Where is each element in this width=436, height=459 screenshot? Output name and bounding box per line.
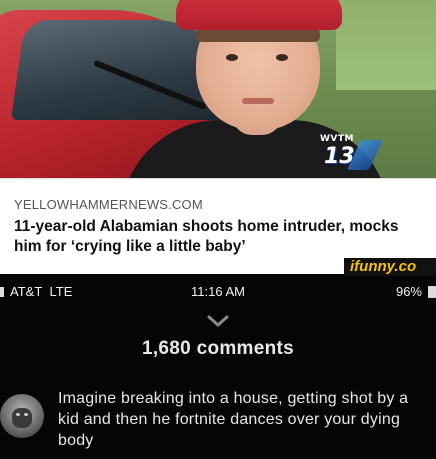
station-call-sign: WVTM xyxy=(320,134,354,144)
avatar-eye-left xyxy=(16,413,20,416)
status-bar: AT&T LTE 11:16 AM 96% xyxy=(0,280,436,304)
chevron-down-icon[interactable] xyxy=(206,314,230,328)
phone-screen: AT&T LTE 11:16 AM 96% 1,680 comments Ima… xyxy=(0,276,436,459)
news-photo: WVTM 13 xyxy=(0,0,436,178)
clock: 11:16 AM xyxy=(191,284,245,299)
article-headline: 11-year-old Alabamian shoots home intrud… xyxy=(14,218,399,255)
background-grass xyxy=(336,0,436,90)
link-domain: YELLOWHAMMERNEWS.COM xyxy=(14,197,203,212)
station-logo: WVTM 13 xyxy=(318,130,383,172)
ifunny-watermark: ifunny.co xyxy=(344,258,436,276)
avatar-face xyxy=(12,408,32,428)
left-eye xyxy=(226,54,238,61)
red-cap xyxy=(176,0,342,30)
right-eye xyxy=(276,54,288,61)
station-number: 13 xyxy=(324,144,355,169)
mouth xyxy=(242,98,274,104)
battery-icon xyxy=(428,286,436,298)
gorilla-avatar-icon[interactable] xyxy=(0,394,44,438)
comments-count[interactable]: 1,680 comments xyxy=(0,338,436,360)
battery-percent: 96% xyxy=(395,284,422,299)
comment-text: Imagine breaking into a house, getting s… xyxy=(58,390,409,449)
avatar-eye-right xyxy=(24,413,28,416)
